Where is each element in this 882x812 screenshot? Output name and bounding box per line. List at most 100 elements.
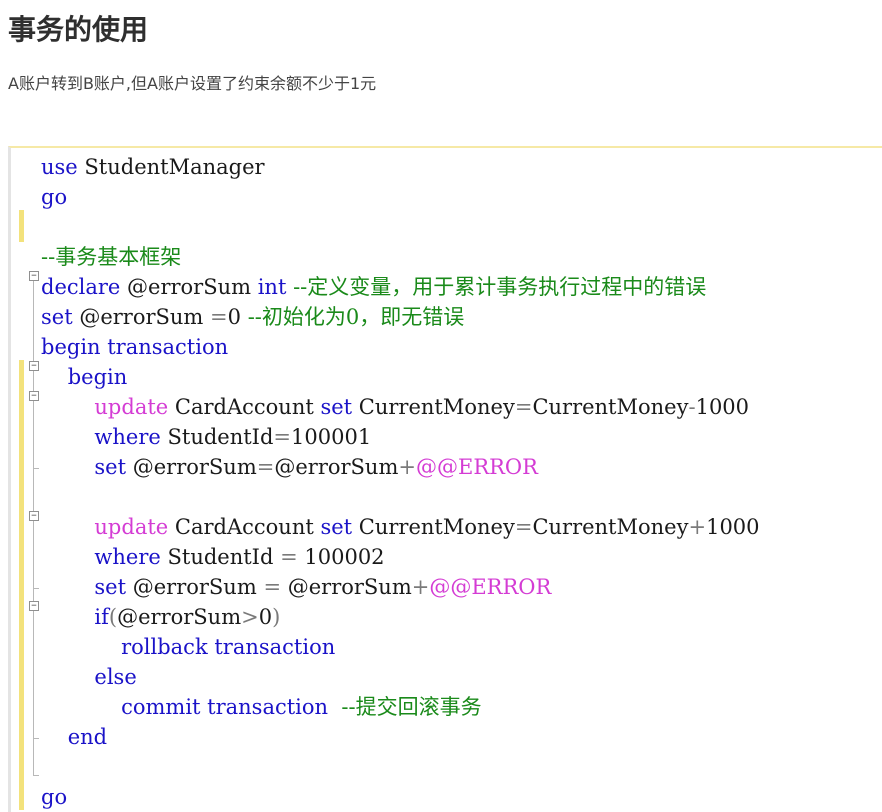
code-token: CurrentMoney — [352, 515, 515, 539]
code-token: --定义变量，用于累计事务执行过程中的错误 — [286, 275, 707, 299]
fold-end-tick — [33, 468, 39, 469]
code-token: set — [41, 305, 73, 329]
code-line: set @errorSum = @errorSum+@@ERROR — [41, 572, 882, 602]
fold-minus-icon[interactable]: − — [29, 511, 39, 521]
code-token: 1000 — [695, 395, 750, 419]
fold-outline — [33, 276, 34, 776]
code-line: where StudentId=100001 — [41, 422, 882, 452]
code-token: 0 — [227, 305, 248, 329]
code-token: - — [688, 395, 696, 419]
code-line: begin — [41, 362, 882, 392]
code-token: @errorSum — [274, 455, 399, 479]
code-line: rollback transaction — [41, 632, 882, 662]
code-token: @errorSum — [120, 275, 258, 299]
code-token: @errorSum — [281, 575, 412, 599]
code-token: declare — [41, 275, 121, 299]
code-token: where — [94, 545, 161, 569]
fold-minus-icon[interactable]: − — [29, 271, 39, 281]
code-token: StudentId — [160, 545, 281, 569]
code-line: go — [41, 182, 882, 212]
code-token: + — [688, 515, 707, 539]
code-token: --初始化为0，即无错误 — [247, 305, 465, 329]
code-token: = — [514, 395, 533, 419]
code-block: − − − − − use StudentManager go --事务基本框架 d… — [8, 146, 882, 812]
change-marker — [19, 360, 24, 810]
page-title: 事务的使用 — [8, 13, 149, 46]
code-token: = — [273, 425, 292, 449]
fold-minus-icon[interactable]: − — [29, 361, 39, 371]
code-token: StudentId — [160, 425, 274, 449]
code-token: CardAccount — [168, 395, 321, 419]
code-token: @@ERROR — [429, 575, 552, 599]
code-token: go — [41, 185, 68, 209]
code-token: + — [411, 575, 430, 599]
code-line: set @errorSum=@errorSum+@@ERROR — [41, 452, 882, 482]
code-token: StudentManager — [77, 155, 265, 179]
code-token: go — [41, 785, 68, 809]
code-token: = — [280, 545, 298, 569]
fold-end-tick — [33, 775, 39, 776]
fold-minus-icon[interactable]: − — [29, 391, 39, 401]
code-token: @errorSum — [126, 575, 264, 599]
code-line: where StudentId = 100002 — [41, 542, 882, 572]
code-token: = — [263, 575, 282, 599]
code-token: @errorSum — [117, 605, 242, 629]
code-line: update CardAccount set CurrentMoney=Curr… — [41, 392, 882, 422]
code-token: set — [94, 575, 127, 599]
code-gutter: − − − − − — [11, 148, 41, 812]
code-token: update — [94, 515, 169, 539]
code-token: @errorSum — [126, 455, 257, 479]
code-line: update CardAccount set CurrentMoney=Curr… — [41, 512, 882, 542]
code-token: CurrentMoney — [532, 395, 689, 419]
code-token: = — [514, 515, 533, 539]
code-token: commit transaction — [41, 695, 329, 719]
code-line: if(@errorSum>0) — [41, 602, 882, 632]
code-line: --事务基本框架 — [41, 242, 882, 272]
code-token: ( — [108, 605, 118, 629]
code-token: ) — [272, 605, 281, 629]
code-token: begin transaction — [41, 335, 229, 359]
code-line: use StudentManager — [41, 152, 882, 182]
code-token: int — [257, 275, 287, 299]
code-token: 1000 — [706, 515, 760, 539]
code-token: where — [94, 425, 161, 449]
code-lines: use StudentManager go --事务基本框架 declare @er… — [41, 152, 882, 812]
code-line: else — [41, 662, 882, 692]
code-token: else — [41, 665, 137, 689]
code-token: CardAccount — [168, 515, 321, 539]
code-token: set — [320, 395, 353, 419]
code-token: > — [241, 605, 259, 629]
code-token: 0 — [258, 605, 273, 629]
code-token: set — [94, 455, 127, 479]
code-line: declare @errorSum int --定义变量，用于累计事务执行过程中… — [41, 272, 882, 302]
code-token: = — [256, 455, 275, 479]
code-token: 100002 — [297, 545, 385, 569]
code-token: set — [320, 515, 353, 539]
code-token: CurrentMoney — [532, 515, 689, 539]
code-token: --事务基本框架 — [41, 245, 182, 269]
code-token: begin — [41, 365, 128, 389]
fold-end-tick — [33, 588, 39, 589]
code-token: use — [41, 155, 78, 179]
code-token: if — [94, 605, 109, 629]
code-line: set @errorSum =0 --初始化为0，即无错误 — [41, 302, 882, 332]
code-token: @errorSum — [72, 305, 211, 329]
page-description: A账户转到B账户,但A账户设置了约束余额不少于1元 — [8, 74, 377, 93]
code-line: end — [41, 722, 882, 752]
code-line: begin transaction — [41, 332, 882, 362]
code-token: @@ERROR — [415, 455, 538, 479]
code-token: update — [94, 395, 169, 419]
fold-minus-icon[interactable]: − — [29, 601, 39, 611]
code-token: 100001 — [291, 425, 372, 449]
change-marker — [19, 210, 24, 242]
